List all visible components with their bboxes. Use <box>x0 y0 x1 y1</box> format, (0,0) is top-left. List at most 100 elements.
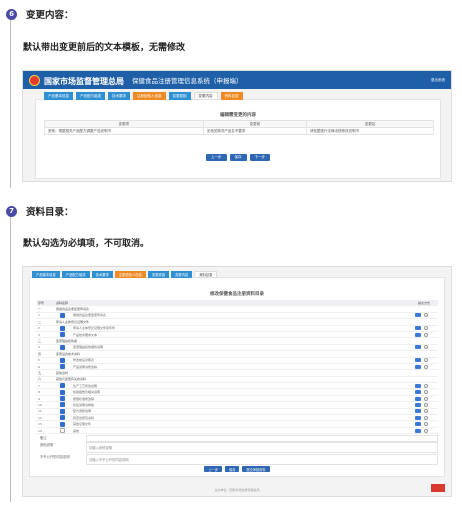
remark-textarea[interactable] <box>86 435 438 442</box>
row-text: 变更理由和依据的说明 <box>73 345 104 350</box>
radio-icon[interactable] <box>424 396 428 401</box>
radio-icon[interactable] <box>424 345 428 350</box>
step-6-heading: 6 变更内容： <box>6 7 74 21</box>
tab-2[interactable]: 产品配方组成 <box>76 92 105 100</box>
next-button[interactable]: 下一步 <box>249 154 270 161</box>
upload-icon[interactable] <box>415 415 421 420</box>
step-tabs: 产品基本信息 产品配方组成 技术要求 注册检验人信息 变更原因 变更内容 资料目录 <box>32 271 219 278</box>
submit-method-options <box>415 364 428 369</box>
material-list: 序号 资料名称 提交方式 一保健食品注册变更申请表 1 保健食品注册变更申请表二申请… <box>36 300 438 435</box>
tab-3[interactable]: 技术要求 <box>108 92 130 100</box>
radio-icon[interactable] <box>424 313 428 318</box>
remark-row: 不予公开的内容说明 请输入不予公开的内容说明 <box>36 454 438 465</box>
upload-icon[interactable] <box>415 402 421 407</box>
prev-button[interactable]: 上一步 <box>206 154 227 161</box>
required-checkbox[interactable] <box>60 344 65 350</box>
change-content-screenshot: 国家市场监督管理总局 State Administration for Mark… <box>22 70 452 182</box>
table-cell-editable[interactable]: 无相关情况产品名不要求 <box>202 127 307 135</box>
required-checkbox[interactable] <box>60 312 65 318</box>
tab-4[interactable]: 注册检验人信息 <box>114 271 146 278</box>
tab-6[interactable]: 变更内容 <box>171 271 193 278</box>
upload-icon[interactable] <box>415 409 421 414</box>
document: 6 变更内容： 默认带出变更前后的文本模板，无需修改 国家市场监督管理总局 St… <box>0 0 462 521</box>
upload-icon[interactable] <box>415 428 421 433</box>
row-number: 二 <box>38 319 42 324</box>
upload-icon[interactable] <box>415 326 421 331</box>
tab-1[interactable]: 产品基本信息 <box>32 271 60 278</box>
row-number: 11 <box>38 409 42 414</box>
tab-1[interactable]: 产品基本信息 <box>44 92 73 100</box>
banner-title: 国家市场监督管理总局 <box>44 76 124 86</box>
submit-method-options <box>415 332 428 337</box>
card-title: 修改保健食品注册资料目录 <box>210 292 264 297</box>
radio-icon[interactable] <box>424 402 428 407</box>
row-number: 10 <box>38 402 42 407</box>
upload-icon[interactable] <box>415 345 421 350</box>
radio-icon[interactable] <box>424 390 428 395</box>
upload-icon[interactable] <box>415 396 421 401</box>
required-checkbox[interactable] <box>60 402 65 408</box>
radio-icon[interactable] <box>424 428 428 433</box>
tab-4[interactable]: 注册检验人信息 <box>133 92 166 100</box>
save-button[interactable]: 保存 <box>225 466 240 472</box>
required-checkbox[interactable] <box>60 357 65 363</box>
row-number: 14 <box>38 428 42 433</box>
table-cell-editable[interactable]: 请依据现行法律法规修改说明书 <box>305 127 435 135</box>
upload-icon[interactable] <box>415 390 421 395</box>
remark-textarea[interactable]: 请输入不予公开的内容说明 <box>86 454 438 465</box>
row-text: 其他与变更有关的资料 <box>56 377 87 382</box>
upload-icon[interactable] <box>415 358 421 363</box>
required-checkbox[interactable] <box>60 415 65 421</box>
tab-3[interactable]: 技术要求 <box>91 271 113 278</box>
row-text: 申请人主体登记证明文件复印件 <box>73 326 116 331</box>
row-text: 变更后的技术资料 <box>56 351 81 356</box>
radio-icon[interactable] <box>424 422 428 427</box>
radio-icon[interactable] <box>424 409 428 414</box>
required-checkbox[interactable] <box>60 325 65 331</box>
radio-icon[interactable] <box>424 364 428 369</box>
required-checkbox[interactable] <box>60 364 65 370</box>
tab-7[interactable]: 资料目录 <box>194 271 218 278</box>
card-title: 编辑需变更的内容 <box>220 113 256 118</box>
tab-5[interactable]: 变更原因 <box>147 271 170 278</box>
remark-textarea[interactable]: 请输入其他说明 <box>86 442 438 453</box>
required-checkbox[interactable] <box>60 428 65 433</box>
row-number: 8 <box>38 390 40 395</box>
tab-2[interactable]: 产品配方组成 <box>61 271 90 278</box>
required-checkbox[interactable] <box>60 389 65 395</box>
submit-method-options <box>415 345 428 350</box>
required-checkbox[interactable] <box>60 383 65 389</box>
table-cell: 其他：根据相关产品配方调整产品说明书 <box>44 127 204 135</box>
required-checkbox[interactable] <box>60 421 65 427</box>
step-title: 资料目录： <box>26 207 74 218</box>
radio-icon[interactable] <box>424 415 428 420</box>
column-header: 变更项 <box>44 120 204 128</box>
upload-icon[interactable] <box>415 364 421 369</box>
row-number: 13 <box>38 422 42 427</box>
radio-icon[interactable] <box>424 332 428 337</box>
save-button[interactable]: 保存 <box>229 154 247 161</box>
remark-label: 备注 <box>40 436 47 440</box>
row-text: 配方调整说明 <box>73 409 92 414</box>
logout-link[interactable]: 退出系统 <box>431 78 445 83</box>
row-number: 四 <box>38 351 42 356</box>
app-banner: 国家市场监督管理总局 State Administration for Mark… <box>23 71 451 92</box>
submit-button[interactable]: 提交审核资料 <box>242 466 270 472</box>
tab-7[interactable]: 资料目录 <box>220 92 243 100</box>
radio-icon[interactable] <box>424 326 428 331</box>
required-checkbox[interactable] <box>60 396 65 402</box>
upload-icon[interactable] <box>415 313 421 318</box>
step-6-description: 默认带出变更前后的文本模板，无需修改 <box>23 43 186 53</box>
upload-icon[interactable] <box>415 332 421 337</box>
tab-5[interactable]: 变更原因 <box>168 92 191 100</box>
tab-6[interactable]: 变更内容 <box>193 92 218 100</box>
upload-icon[interactable] <box>415 383 421 388</box>
required-checkbox[interactable] <box>60 332 65 338</box>
upload-icon[interactable] <box>415 422 421 427</box>
prev-button[interactable]: 上一步 <box>204 466 223 472</box>
column-header: 资料名称 <box>56 300 69 305</box>
submit-method-options <box>415 396 428 401</box>
radio-icon[interactable] <box>424 358 428 363</box>
required-checkbox[interactable] <box>60 408 65 414</box>
radio-icon[interactable] <box>424 383 428 388</box>
